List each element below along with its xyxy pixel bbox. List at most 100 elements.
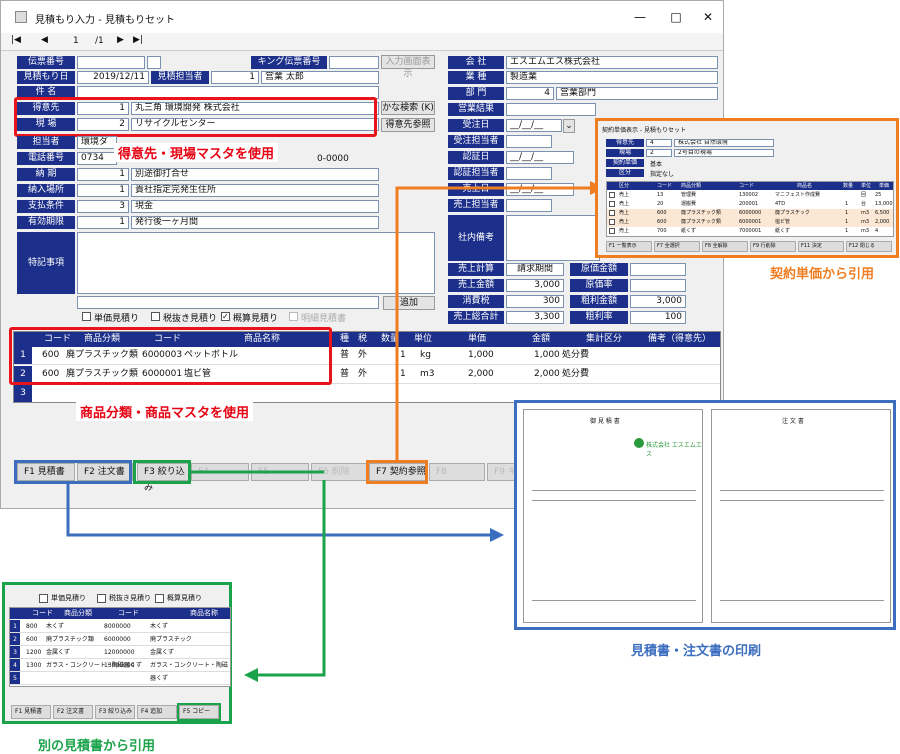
contract-cell: 売上 xyxy=(619,210,630,216)
contract-cell: 売上 xyxy=(619,228,630,234)
contract-cell: 売上 xyxy=(619,192,630,198)
copy-fkey-button[interactable]: F2 注文書 xyxy=(53,705,93,719)
contract-cell: 回 xyxy=(861,192,867,198)
copy-cell: 6000000 xyxy=(104,636,131,643)
copy-cell: 800 xyxy=(26,623,38,630)
copy-row[interactable]: 1 800 木くず 8000000 木くず xyxy=(10,620,230,633)
contract-cell: 1 xyxy=(845,219,849,225)
contract-fkey-button[interactable]: F1 一覧表示 xyxy=(606,241,652,252)
contract-grid-header: 区分 コード 商品分類 コード 商品名 数量 単位 単価 xyxy=(607,182,893,190)
copy-cell: 13000000 xyxy=(104,662,135,669)
contract-col-unit: 単位 xyxy=(861,183,872,189)
copy-unit-label: 単価見積り xyxy=(51,594,86,602)
copy-fkey-button[interactable]: F4 追加 xyxy=(137,705,177,719)
copy-approx-checkbox[interactable] xyxy=(155,594,164,603)
contract-col-code: コード xyxy=(657,183,673,189)
contract-row-checkbox[interactable] xyxy=(609,228,615,234)
contract-site-name: 2号目の現場 xyxy=(674,149,774,157)
copy-row-number: 4 xyxy=(10,659,20,671)
doc-line xyxy=(532,600,696,601)
contract-cell: 4 xyxy=(875,228,879,234)
contract-row-checkbox[interactable] xyxy=(609,210,615,216)
contract-cell: 4TD xyxy=(775,201,786,207)
doc-line xyxy=(720,600,884,601)
copy-cell: 12000000 xyxy=(104,649,135,656)
copy-cell: 8000000 xyxy=(104,623,131,630)
copy-arrow-line xyxy=(258,480,326,677)
contract-customer-label: 得意先 xyxy=(606,139,644,147)
contract-cell: 6,500 xyxy=(875,210,890,216)
contract-cell: 売上 xyxy=(619,201,630,207)
copy-col-code: コード xyxy=(32,609,53,617)
copy-popup: 単価見積り 税抜き見積り 概算見積り コード 商品分類 コード 商品名称 1 80… xyxy=(2,582,232,724)
contract-row-checkbox[interactable] xyxy=(609,201,615,207)
copy-col-code2: コード xyxy=(118,609,139,617)
copy-tax-label: 税抜き見積り xyxy=(109,594,151,602)
contract-type-value[interactable]: 基本 xyxy=(650,159,662,168)
contract-fkey-button[interactable]: F7 全選択 xyxy=(654,241,700,252)
contract-col-cat: 商品分類 xyxy=(681,183,702,189)
copy-fkey-button[interactable]: F1 見積書 xyxy=(11,705,51,719)
copy-row[interactable]: 3 1200 金属くず 12000000 金属くず xyxy=(10,646,230,659)
contract-row[interactable]: 売上 13 管理費 130002 マニフェスト作成費 回 25 xyxy=(607,191,893,200)
contract-row[interactable]: 売上 600 廃プラスチック類 6000001 塩ビ管 1 m3 2,000 xyxy=(607,218,893,227)
contract-cell: 2,000 xyxy=(875,219,890,225)
copy-cell: 金属くず xyxy=(150,649,175,656)
contract-fkey-button[interactable]: F9 行削除 xyxy=(750,241,796,252)
contract-fkey-button[interactable]: F11 決定 xyxy=(798,241,844,252)
contract-cell: m3 xyxy=(861,210,870,216)
copy-row-number: 1 xyxy=(10,620,20,632)
copy-row-number: 3 xyxy=(10,646,20,658)
contract-fkey-button[interactable]: F8 全解除 xyxy=(702,241,748,252)
copy-cell: 金属くず xyxy=(46,649,71,656)
contract-cell: 700 xyxy=(657,228,667,234)
contract-cell: 13 xyxy=(657,192,664,198)
order-doc-title: 注 文 書 xyxy=(782,418,804,425)
contract-row-checkbox[interactable] xyxy=(609,192,615,198)
contract-cell: 13,000 xyxy=(875,201,893,207)
contract-cell: m3 xyxy=(861,219,870,225)
copy-cell: 1300 xyxy=(26,662,42,669)
doc-line xyxy=(532,490,696,491)
contract-class-label: 区分 xyxy=(606,169,644,177)
contract-cell: 6000000 xyxy=(739,210,762,216)
contract-cell: 1 xyxy=(845,201,849,207)
contract-customer-code[interactable]: 4 xyxy=(646,139,672,147)
quote-doc-title: 御 見 積 書 xyxy=(590,418,620,425)
contract-col-name: 商品名 xyxy=(797,183,813,189)
contract-row[interactable]: 売上 700 紙くず 7000001 紙くず 1 m3 4 xyxy=(607,227,893,236)
company-logo-icon xyxy=(634,438,644,448)
contract-row-checkbox[interactable] xyxy=(609,219,615,225)
contract-cell: 紙くず xyxy=(775,228,791,234)
contract-cell: 200001 xyxy=(739,201,759,207)
print-documents: 御 見 積 書 株式会社 エスエムエス 注 文 書 xyxy=(514,400,896,630)
contract-row[interactable]: 売上 600 廃プラスチック類 6000000 廃プラスチック 1 m3 6,500 xyxy=(607,209,893,218)
contract-cell: 600 xyxy=(657,210,667,216)
copy-fkey-button[interactable]: F5 コピー xyxy=(177,703,221,721)
contract-type-label: 契約単価 xyxy=(606,159,644,167)
copy-grid: コード 商品分類 コード 商品名称 1 800 木くず 8000000 木くず 2 600 廃… xyxy=(9,607,231,687)
contract-cell: 管理費 xyxy=(681,192,697,198)
copy-cell: 1200 xyxy=(26,649,42,656)
contract-cell: 運搬費 xyxy=(681,201,697,207)
print-arrowhead xyxy=(490,528,504,542)
contract-class-value[interactable]: 指定なし xyxy=(650,169,674,178)
contract-row[interactable]: 売上 20 運搬費 200001 4TD 1 台 13,000 xyxy=(607,200,893,209)
copy-row[interactable]: 2 600 廃プラスチック類 6000000 廃プラスチック xyxy=(10,633,230,646)
contract-fkey-button[interactable]: F12 閉じる xyxy=(846,241,892,252)
copy-fkey-button[interactable]: F3 絞り込み xyxy=(95,705,135,719)
contract-cell: 1 xyxy=(845,210,849,216)
print-arrow-line xyxy=(66,484,490,537)
copy-row[interactable]: 4 1300 ガラス・コンクリート・陶磁器くず 13000000 ガラス・コンクリート・… xyxy=(10,659,230,682)
copy-tax-checkbox[interactable] xyxy=(97,594,106,603)
contract-col-kind: 区分 xyxy=(619,183,630,189)
contract-cell: 25 xyxy=(875,192,882,198)
contract-cell: 1 xyxy=(845,228,849,234)
copy-unit-checkbox[interactable] xyxy=(39,594,48,603)
copy-row[interactable]: 5 xyxy=(10,672,230,685)
contract-cell: 廃プラスチック xyxy=(775,210,810,216)
copy-row-number: 2 xyxy=(10,633,20,645)
copy-col-cat: 商品分類 xyxy=(64,609,92,617)
contract-site-code[interactable]: 2 xyxy=(646,149,672,157)
copy-cell: 廃プラスチック xyxy=(150,636,192,643)
